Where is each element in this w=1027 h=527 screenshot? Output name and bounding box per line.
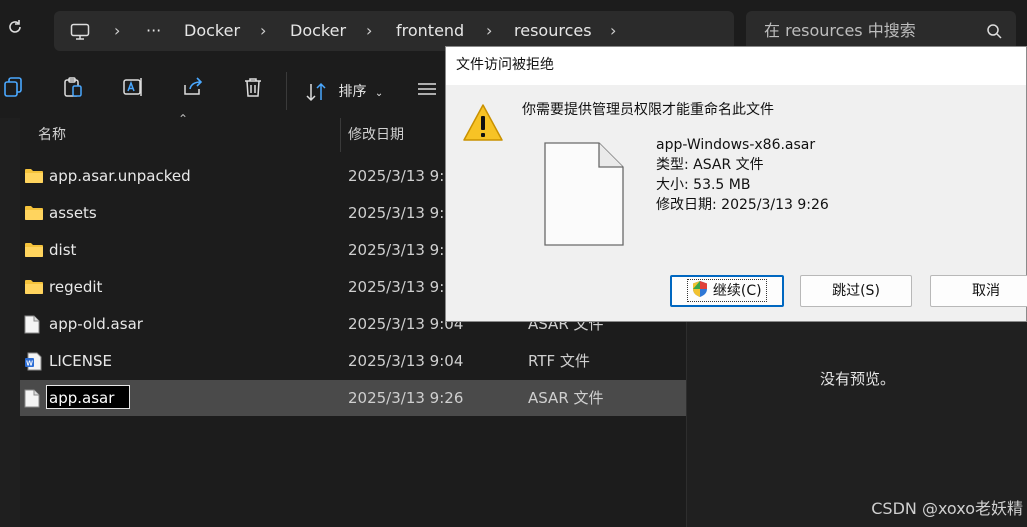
- address-bar[interactable]: › ··· Docker › Docker › frontend › resou…: [54, 11, 734, 51]
- file-date: 2025/3/13 9:0: [348, 278, 454, 296]
- file-date: 2025/3/13 9:0: [348, 241, 454, 259]
- table-row[interactable]: W LICENSE 2025/3/13 9:04 RTF 文件: [20, 343, 686, 379]
- breadcrumb-resources[interactable]: resources: [514, 11, 592, 51]
- chevron-down-icon: ⌄: [374, 88, 384, 99]
- chevron-right-icon: ›: [486, 21, 493, 40]
- column-header-modified[interactable]: 修改日期: [348, 118, 404, 152]
- shield-icon: [693, 281, 708, 297]
- file-name: LICENSE: [49, 352, 112, 370]
- file-modified: 修改日期: 2025/3/13 9:26: [656, 197, 829, 213]
- copy-icon[interactable]: [2, 76, 32, 106]
- folder-icon: [24, 204, 44, 226]
- rename-input[interactable]: app.asar: [46, 385, 130, 409]
- file-name: assets: [49, 204, 97, 222]
- rename-icon[interactable]: [122, 76, 152, 106]
- chevron-right-icon: ›: [260, 21, 267, 40]
- access-denied-dialog: 文件访问被拒绝 你需要提供管理员权限才能重命名此文件 app-Windows-x…: [445, 46, 1027, 322]
- file-name: dist: [49, 241, 77, 259]
- search-input[interactable]: 在 resources 中搜索: [764, 11, 916, 51]
- file-icon: [24, 315, 40, 338]
- svg-text:W: W: [26, 361, 33, 368]
- no-preview-text: 没有预览。: [819, 370, 895, 388]
- share-icon[interactable]: [182, 76, 212, 106]
- file-type: ASAR 文件: [528, 389, 604, 407]
- chevron-right-icon: ›: [366, 21, 373, 40]
- word-doc-icon: W: [24, 352, 42, 375]
- file-info: app-Windows-x86.asar 类型: ASAR 文件 大小: 53.…: [656, 135, 829, 215]
- dialog-titlebar[interactable]: 文件访问被拒绝: [446, 47, 1026, 85]
- file-date: 2025/3/13 9:0: [348, 167, 454, 185]
- file-name: app-Windows-x86.asar: [656, 137, 816, 153]
- folder-icon: [24, 278, 44, 300]
- sort-label: 排序: [338, 84, 367, 100]
- refresh-icon[interactable]: [0, 18, 30, 46]
- skip-button[interactable]: 跳过(S): [800, 275, 912, 307]
- breadcrumb-more[interactable]: ···: [146, 11, 161, 51]
- search-box[interactable]: 在 resources 中搜索: [746, 11, 1016, 51]
- file-name: app.asar.unpacked: [49, 167, 191, 185]
- sort-button[interactable]: 排序 ⌄: [306, 78, 383, 106]
- dialog-title: 文件访问被拒绝: [456, 57, 554, 73]
- continue-button[interactable]: 继续(C): [670, 275, 784, 307]
- breadcrumb-frontend[interactable]: frontend: [396, 11, 464, 51]
- view-icon[interactable]: [416, 80, 446, 110]
- file-name: app-old.asar: [49, 315, 143, 333]
- cancel-button[interactable]: 取消: [930, 275, 1027, 307]
- file-type: 类型: ASAR 文件: [656, 157, 764, 173]
- file-type: RTF 文件: [528, 352, 590, 370]
- column-divider[interactable]: [340, 118, 341, 152]
- breadcrumb-docker-2[interactable]: Docker: [290, 11, 346, 51]
- folder-icon: [24, 167, 44, 189]
- dialog-message: 你需要提供管理员权限才能重命名此文件: [522, 102, 774, 118]
- chevron-right-icon[interactable]: ›: [610, 11, 616, 51]
- watermark: CSDN @xoxo老妖精: [871, 499, 1023, 518]
- warning-icon: [462, 103, 504, 147]
- file-date: 2025/3/13 9:04: [348, 352, 464, 370]
- folder-icon: [24, 241, 44, 263]
- sort-icon: [306, 82, 326, 102]
- column-header-name[interactable]: 名称: [38, 118, 66, 152]
- file-date: 2025/3/13 9:26: [348, 389, 464, 407]
- sort-ascending-icon: ⌃: [178, 112, 189, 126]
- table-row[interactable]: app.asar 2025/3/13 9:26 ASAR 文件: [20, 380, 686, 416]
- paste-icon[interactable]: [62, 76, 92, 106]
- file-name: regedit: [49, 278, 103, 296]
- file-icon: [24, 389, 40, 412]
- chevron-right-icon: ›: [114, 21, 121, 40]
- search-icon[interactable]: [986, 23, 1002, 43]
- this-pc-icon[interactable]: [70, 11, 90, 51]
- toolbar-divider: [286, 72, 287, 110]
- nav-pane-edge: [0, 118, 20, 527]
- continue-label: 继续(C): [712, 283, 762, 299]
- file-icon: [544, 142, 624, 250]
- file-size: 大小: 53.5 MB: [656, 177, 751, 193]
- breadcrumb-docker-1[interactable]: Docker: [184, 11, 240, 51]
- delete-icon[interactable]: [242, 76, 272, 106]
- file-date: 2025/3/13 9:0: [348, 204, 454, 222]
